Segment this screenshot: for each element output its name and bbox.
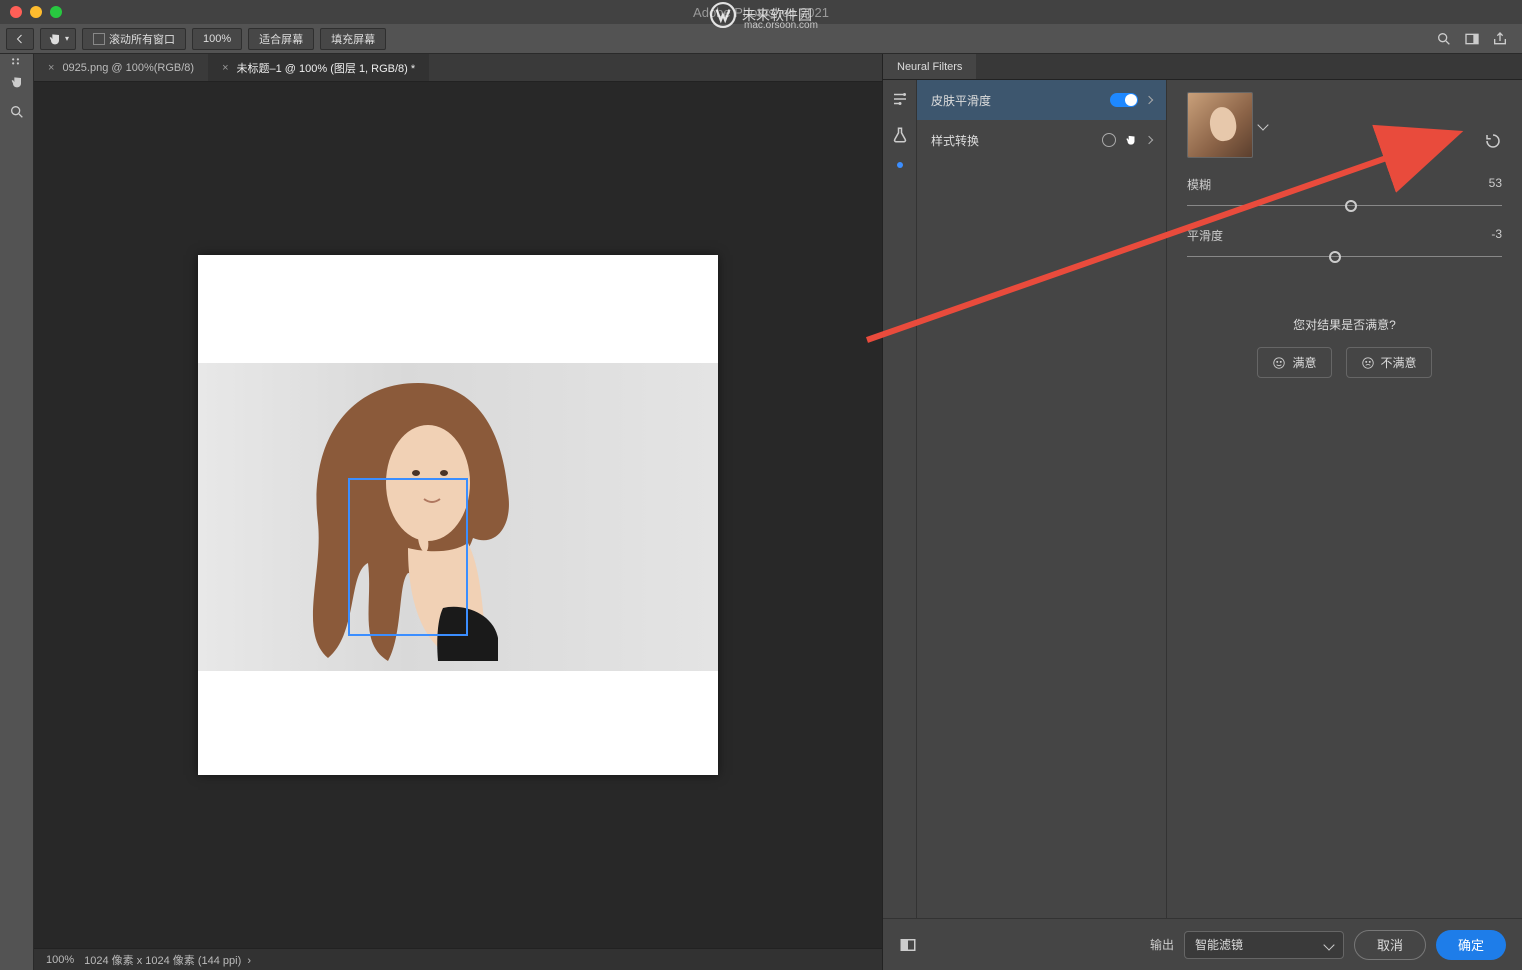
close-window-button[interactable] — [10, 6, 22, 18]
active-category-dot — [897, 162, 903, 168]
photo-content — [198, 363, 718, 671]
panel-grip[interactable]: •••• — [12, 58, 22, 66]
document-tab-1[interactable]: × 未标题–1 @ 100% (图层 1, RGB/8) * — [208, 54, 429, 81]
filter-controls: 模糊 53 平滑度 -3 — [1167, 80, 1522, 918]
close-tab-icon[interactable]: × — [222, 62, 228, 74]
output-label: 输出 — [1150, 936, 1174, 953]
slider-value: -3 — [1491, 227, 1502, 244]
slider-smoothness: 平滑度 -3 — [1187, 227, 1502, 264]
canvas[interactable] — [34, 82, 882, 948]
share-icon[interactable] — [1492, 31, 1508, 47]
document-tab-bar: × 0925.png @ 100%(RGB/8) × 未标题–1 @ 100% … — [34, 54, 882, 82]
feedback-section: 您对结果是否满意? 满意 不满意 — [1187, 316, 1502, 378]
tools-panel: •••• — [0, 54, 34, 970]
output-select[interactable]: 智能滤镜 — [1184, 931, 1344, 959]
document — [198, 255, 718, 775]
toggle-on[interactable] — [1110, 93, 1138, 107]
minimize-window-button[interactable] — [30, 6, 42, 18]
zoom-level[interactable]: 100% — [192, 28, 242, 50]
filter-list: 皮肤平滑度 样式转换 — [917, 80, 1167, 918]
preview-toggle-icon[interactable] — [899, 936, 917, 954]
feedback-yes-button[interactable]: 满意 — [1257, 347, 1331, 378]
scroll-all-windows-checkbox[interactable]: 滚动所有窗口 — [82, 28, 186, 50]
zoom-tool[interactable] — [3, 98, 31, 126]
status-zoom[interactable]: 100% — [46, 954, 74, 966]
hand-tool-icon[interactable]: ▾ — [40, 28, 76, 50]
chevron-down-icon — [1323, 939, 1334, 950]
filter-item-style-transfer[interactable]: 样式转换 — [917, 120, 1166, 160]
slider-blur: 模糊 53 — [1187, 176, 1502, 213]
status-bar: 100% 1024 像素 x 1024 像素 (144 ppi) › — [34, 948, 882, 970]
maximize-window-button[interactable] — [50, 6, 62, 18]
options-bar: ▾ 滚动所有窗口 100% 适合屏幕 填充屏幕 — [0, 24, 1522, 54]
app-title: Adobe Photoshop 2021 — [693, 5, 829, 20]
beaker-icon[interactable] — [891, 126, 909, 144]
slider-knob[interactable] — [1329, 251, 1341, 263]
neural-filters-panel: Neural Filters 皮肤平滑度 样式转换 — [882, 54, 1522, 970]
workspace-icon[interactable] — [1464, 31, 1480, 47]
document-tab-0[interactable]: × 0925.png @ 100%(RGB/8) — [34, 54, 208, 81]
face-thumbnail[interactable] — [1187, 92, 1253, 158]
back-button[interactable] — [6, 28, 34, 50]
filter-category-column — [883, 80, 917, 918]
fit-screen-button[interactable]: 适合屏幕 — [248, 28, 314, 50]
ok-button[interactable]: 确定 — [1436, 930, 1506, 960]
toggle-off[interactable] — [1102, 133, 1116, 147]
search-icon[interactable] — [1436, 31, 1452, 47]
window-controls — [10, 6, 62, 18]
reset-icon[interactable] — [1484, 132, 1502, 153]
feedback-no-button[interactable]: 不满意 — [1346, 347, 1432, 378]
slider-track[interactable] — [1187, 199, 1502, 213]
panel-footer: 输出 智能滤镜 取消 确定 — [883, 918, 1522, 970]
fill-screen-button[interactable]: 填充屏幕 — [320, 28, 386, 50]
slider-track[interactable] — [1187, 250, 1502, 264]
title-bar: Adobe Photoshop 2021 未来软件园 mac.orsoon.co… — [0, 0, 1522, 24]
face-detection-box — [348, 478, 468, 636]
chevron-right-icon — [1145, 136, 1153, 144]
cursor-icon — [1124, 133, 1138, 147]
panel-tab-neural-filters[interactable]: Neural Filters — [883, 54, 976, 79]
status-info[interactable]: 1024 像素 x 1024 像素 (144 ppi) › — [84, 952, 251, 968]
chevron-right-icon — [1145, 96, 1153, 104]
cancel-button[interactable]: 取消 — [1354, 930, 1426, 960]
hand-tool[interactable] — [3, 68, 31, 96]
settings-icon[interactable] — [891, 90, 909, 108]
close-tab-icon[interactable]: × — [48, 62, 54, 74]
chevron-down-icon[interactable] — [1257, 119, 1268, 130]
slider-value: 53 — [1489, 176, 1502, 193]
filter-item-skin-smoothing[interactable]: 皮肤平滑度 — [917, 80, 1166, 120]
slider-knob[interactable] — [1345, 200, 1357, 212]
